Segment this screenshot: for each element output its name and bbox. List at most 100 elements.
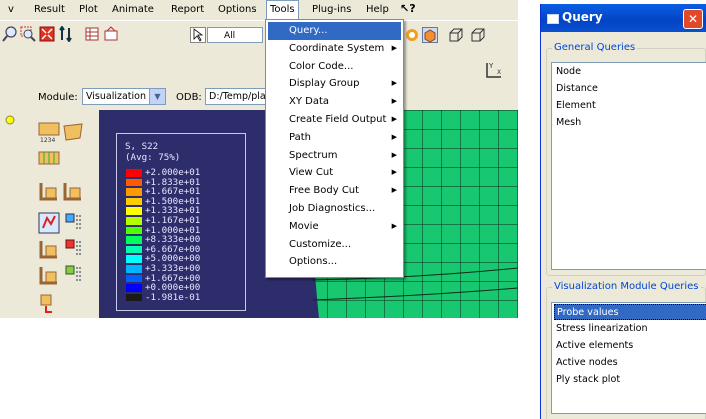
visualization-query-item[interactable]: Active elements [554, 338, 633, 354]
whats-this-icon[interactable]: ↖? [400, 2, 416, 15]
tools-menu-item[interactable]: Color Code... [266, 58, 403, 76]
tools-menu-item[interactable]: XY Data ▶ [266, 93, 403, 111]
common-options-icon[interactable] [38, 292, 60, 314]
tools-menu-item[interactable]: Free Body Cut ▶ [266, 182, 403, 200]
general-queries-list[interactable]: Node Distance Element Mesh [551, 62, 706, 270]
tools-menu-item-label: Coordinate System [289, 42, 385, 54]
legend-value: +3.333e+00 [145, 263, 201, 274]
plot-undeformed-icon[interactable]: 1234 [38, 122, 60, 144]
legend-subtitle: (Avg: 75%) [125, 152, 181, 163]
general-query-item[interactable]: Mesh [554, 115, 581, 131]
tools-menu-item[interactable]: Customize... [266, 236, 403, 254]
tools-menu-item[interactable]: Display Group ▶ [266, 75, 403, 93]
menu-plugins[interactable]: Plug-ins [312, 4, 351, 15]
selection-filter-combo[interactable]: All [207, 27, 263, 43]
submenu-arrow-icon: ▶ [391, 150, 397, 159]
toolbar-secondary [0, 56, 518, 84]
module-select[interactable]: Visualization ▼ [82, 88, 166, 105]
tools-menu-item[interactable]: Query... [268, 22, 401, 40]
general-query-item[interactable]: Element [554, 98, 596, 114]
general-query-item[interactable]: Distance [554, 81, 598, 97]
tools-menu-item[interactable]: Options... [266, 253, 403, 271]
highlight-icon[interactable] [404, 27, 420, 43]
tools-menu-item[interactable]: View Cut ▶ [266, 164, 403, 182]
select-arrow-icon[interactable] [190, 27, 206, 43]
legend-swatch [126, 217, 142, 225]
animate-options-icon[interactable] [64, 212, 84, 234]
menu-view[interactable]: v [8, 4, 14, 15]
visualization-queries-group: Visualization Module Queries Probe value… [546, 281, 706, 419]
render-icon[interactable] [103, 26, 119, 42]
tools-menu-item[interactable]: Path ▶ [266, 129, 403, 147]
tools-menu-item-label: XY Data [289, 96, 330, 108]
tools-menu-item[interactable]: Movie ▶ [266, 218, 403, 236]
shaded-render-icon[interactable] [422, 27, 438, 43]
legend-swatch [126, 284, 142, 292]
module-label: Module: [38, 92, 78, 103]
xy-options-icon[interactable] [64, 238, 84, 260]
general-query-item[interactable]: Node [554, 64, 581, 80]
zoom-icon[interactable] [2, 26, 18, 42]
tools-menu-item-label: Job Diagnostics... [289, 203, 376, 214]
query-dialog: Query ✕ General Queries Node Distance Elem… [540, 4, 706, 419]
menu-animate[interactable]: Animate [112, 4, 154, 15]
submenu-arrow-icon: ▶ [391, 97, 397, 106]
visualization-queries-list[interactable]: Probe values Stress linearization Active e… [551, 302, 706, 414]
tools-menu-item-label: Customize... [289, 238, 352, 250]
legend-swatch [126, 178, 142, 187]
wireframe-icon[interactable] [448, 27, 464, 43]
visualization-query-item[interactable]: Stress linearization [554, 321, 648, 337]
menu-options[interactable]: Options [218, 4, 257, 15]
menu-help[interactable]: Help [366, 4, 389, 15]
animate-icon[interactable] [38, 212, 60, 234]
menu-bar: v Result Plot Animate Report Options Too… [0, 0, 518, 20]
menu-plot[interactable]: Plot [79, 4, 98, 15]
tools-menu-item[interactable]: Coordinate System ▶ [266, 40, 403, 58]
rotate-icon[interactable] [58, 25, 74, 43]
plot-material-orientation-icon[interactable] [62, 180, 84, 202]
plot-deformed-icon[interactable] [62, 122, 84, 144]
table-icon[interactable] [84, 26, 100, 42]
menu-result[interactable]: Result [34, 4, 65, 15]
legend-swatch [126, 226, 142, 235]
close-button[interactable]: ✕ [683, 9, 703, 29]
auto-fit-icon[interactable] [39, 26, 55, 42]
menu-tools[interactable]: Tools [266, 0, 299, 19]
legend-value: +1.167e+01 [145, 215, 201, 226]
legend-value: +0.000e+00 [145, 282, 201, 294]
submenu-arrow-icon: ▶ [391, 132, 397, 141]
visualization-query-item[interactable]: Active nodes [554, 355, 618, 371]
visualization-query-item[interactable]: Probe values [554, 304, 706, 320]
window-icon [547, 14, 559, 24]
field-output-icon[interactable] [38, 264, 60, 286]
visualization-query-item[interactable]: Ply stack plot [554, 372, 620, 388]
toolbox-handle-icon[interactable] [4, 114, 16, 130]
zoom-box-icon[interactable] [20, 26, 36, 42]
legend-swatch [126, 197, 142, 206]
view-triad-icon[interactable]: YX [482, 60, 504, 82]
tools-menu-item[interactable]: Spectrum ▶ [266, 147, 403, 165]
tools-menu: Query... Coordinate System ▶ Color Code... D… [265, 19, 404, 278]
abaqus-window: v Result Plot Animate Report Options Too… [0, 0, 518, 318]
field-options-icon[interactable] [64, 264, 84, 286]
dialog-titlebar[interactable]: Query ✕ [541, 4, 706, 32]
legend-swatch [126, 169, 142, 177]
plot-contours-icon[interactable] [38, 150, 60, 166]
legend-swatch [126, 188, 142, 196]
plot-symbols-icon[interactable] [38, 180, 60, 202]
tools-menu-item[interactable]: Create Field Output ▶ [266, 111, 403, 129]
legend-swatch [126, 293, 142, 302]
svg-text:X: X [497, 69, 501, 76]
svg-text:Y: Y [488, 62, 494, 70]
chevron-down-icon[interactable]: ▼ [149, 89, 165, 104]
hidden-line-icon[interactable] [470, 27, 486, 43]
submenu-arrow-icon: ▶ [391, 79, 397, 88]
menu-report[interactable]: Report [171, 4, 204, 15]
svg-text:1234: 1234 [40, 137, 55, 144]
tools-menu-item[interactable]: Job Diagnostics... [266, 200, 403, 218]
xy-plot-icon[interactable] [38, 238, 60, 260]
tools-menu-item-label: Color Code... [289, 60, 354, 72]
tools-menu-item-label: Create Field Output [289, 114, 387, 125]
general-queries-group: General Queries Node Distance Element Mesh [546, 42, 706, 276]
legend-swatch [126, 274, 142, 283]
